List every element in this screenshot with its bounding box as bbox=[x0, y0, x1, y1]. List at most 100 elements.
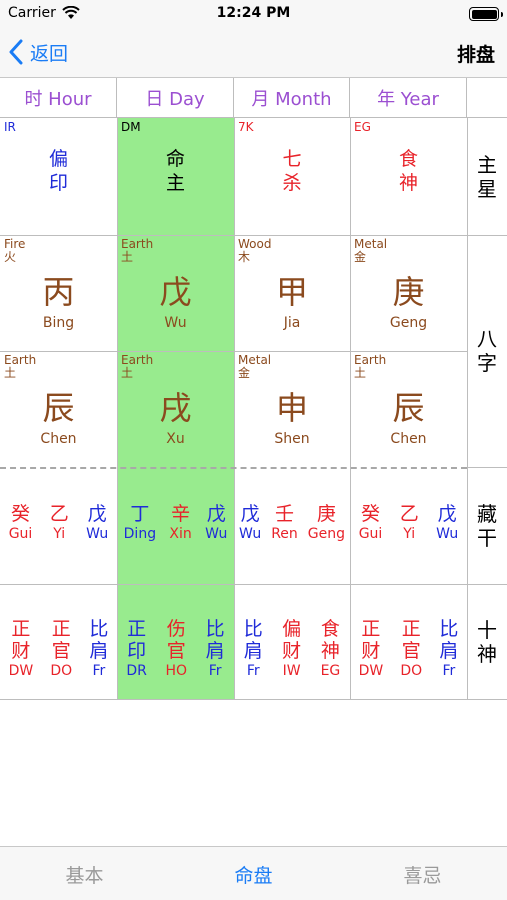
ten-gods-cell: 正财 DW 正官 DO 比肩 Fr bbox=[0, 584, 117, 699]
ten-god-char: 肩 bbox=[243, 640, 263, 662]
hidden-stem-char: 丁 bbox=[130, 503, 150, 525]
element-char: 土 bbox=[121, 366, 134, 380]
main-star-char: 食 bbox=[398, 148, 418, 170]
ten-god: 正财 DW bbox=[9, 618, 34, 680]
ten-god-char: 比 bbox=[439, 618, 459, 640]
main-star-char: 杀 bbox=[282, 172, 302, 194]
branches-cell: Earth 土辰 Chen bbox=[0, 351, 117, 467]
main-star-cell: IR 偏印 bbox=[0, 118, 117, 235]
ten-god: 食神 EG bbox=[321, 618, 341, 680]
main-star-code: 7K bbox=[238, 120, 254, 134]
main-star-char: 神 bbox=[398, 172, 418, 194]
main-star-code: EG bbox=[354, 120, 371, 134]
hidden-stem-pinyin: Wu bbox=[436, 526, 459, 542]
ten-gods-group: 正印 DR 伤官 HO 比肩 Fr bbox=[117, 618, 234, 680]
hidden-stem: 丁 Ding bbox=[124, 503, 156, 543]
ten-god-char: 官 bbox=[51, 640, 71, 662]
stems-cell: Wood 木甲 Jia bbox=[234, 235, 350, 351]
hidden-stem-pinyin: Ren bbox=[271, 526, 298, 542]
hidden-stem-pinyin: Yi bbox=[53, 526, 66, 542]
column-header: 月 Month bbox=[234, 78, 350, 118]
ten-god-code: Fr bbox=[208, 663, 222, 679]
hidden-stems-group: 癸 Gui 乙 Yi 戊 Wu bbox=[0, 503, 117, 543]
tab-chart[interactable]: 命盘 bbox=[169, 861, 338, 888]
ten-god: 正财 DW bbox=[359, 618, 384, 680]
back-button[interactable]: 返回 bbox=[8, 36, 68, 68]
heavenly-stem-char: 庚 bbox=[392, 273, 425, 311]
hidden-stem-char: 癸 bbox=[360, 503, 380, 525]
hidden-stem-pinyin: Gui bbox=[8, 526, 33, 542]
hidden-stem-pinyin: Wu bbox=[205, 526, 228, 542]
element-char: 金 bbox=[238, 366, 251, 380]
hidden-stem-pinyin: Geng bbox=[307, 526, 345, 542]
heavenly-stem-char: 甲 bbox=[275, 273, 308, 311]
side-label-char: 干 bbox=[477, 525, 497, 550]
ten-god-code: Fr bbox=[92, 663, 106, 679]
ten-god: 伤官 HO bbox=[165, 618, 187, 680]
ten-god-code: DW bbox=[358, 663, 384, 679]
branches-cell: Metal 金申 Shen bbox=[234, 351, 350, 467]
hidden-stem-char: 戊 bbox=[87, 503, 107, 525]
branches-cell: Earth 土辰 Chen bbox=[350, 351, 467, 467]
main-star-char: 七 bbox=[282, 148, 302, 170]
hidden-stem-char: 戊 bbox=[437, 503, 457, 525]
ten-god: 正官 DO bbox=[400, 618, 422, 680]
side-label-char: 八 bbox=[477, 327, 497, 351]
branches-cell: Earth 土戌 Xu bbox=[117, 351, 234, 467]
ten-god-char: 神 bbox=[320, 640, 340, 662]
element-char: 金 bbox=[354, 250, 367, 264]
main-star-cell: EG 食神 bbox=[350, 118, 467, 235]
hidden-stem-pinyin: Gui bbox=[358, 526, 383, 542]
hidden-stem-char: 庚 bbox=[316, 503, 336, 525]
hidden-stem-pinyin: Wu bbox=[86, 526, 109, 542]
ten-god: 正官 DO bbox=[50, 618, 72, 680]
ten-god: 正印 DR bbox=[126, 618, 147, 680]
side-label-bazi: 八字 bbox=[467, 235, 507, 467]
ten-gods-group: 比肩 Fr 偏财 IW 食神 EG bbox=[234, 618, 350, 680]
pinyin-label: Jia bbox=[283, 315, 301, 331]
ten-gods-cell: 正印 DR 伤官 HO 比肩 Fr bbox=[117, 584, 234, 699]
ten-god-char: 比 bbox=[243, 618, 263, 640]
hidden-stems-cell: 丁 Ding 辛 Xin 戊 Wu bbox=[117, 467, 234, 584]
ten-god-char: 正 bbox=[11, 618, 31, 640]
hidden-stems-cell: 戊 Wu 壬 Ren 庚 Geng bbox=[234, 467, 350, 584]
chevron-left-icon bbox=[9, 39, 23, 65]
back-label: 返回 bbox=[30, 42, 69, 65]
heavenly-stem-char: 丙 bbox=[42, 273, 75, 311]
hidden-stem-char: 戊 bbox=[240, 503, 260, 525]
hidden-stem: 戊 Wu bbox=[436, 503, 458, 543]
element-char: 火 bbox=[4, 250, 17, 264]
tab-basic[interactable]: 基本 bbox=[0, 861, 169, 888]
pinyin-label: Wu bbox=[164, 315, 187, 331]
hidden-stem: 乙 Yi bbox=[400, 503, 419, 543]
status-bar: Carrier 12:24 PM bbox=[0, 0, 507, 28]
main-star-char: 主 bbox=[165, 172, 185, 194]
hidden-stems-group: 丁 Ding 辛 Xin 戊 Wu bbox=[117, 503, 234, 543]
hidden-stems-group: 戊 Wu 壬 Ren 庚 Geng bbox=[234, 503, 350, 543]
ten-god-char: 财 bbox=[282, 640, 302, 662]
ten-god-char: 官 bbox=[401, 640, 421, 662]
hidden-stem: 戊 Wu bbox=[239, 503, 261, 543]
element-char: 土 bbox=[121, 250, 134, 264]
hidden-stem: 辛 Xin bbox=[169, 503, 191, 543]
ten-god: 比肩 Fr bbox=[244, 618, 263, 680]
hidden-stem: 乙 Yi bbox=[50, 503, 69, 543]
ten-god-char: 正 bbox=[361, 618, 381, 640]
hidden-stem-pinyin: Xin bbox=[169, 526, 192, 542]
main-star-char: 印 bbox=[48, 172, 68, 194]
hidden-stem-char: 壬 bbox=[274, 503, 294, 525]
ten-gods-cell: 正财 DW 正官 DO 比肩 Fr bbox=[350, 584, 467, 699]
element-char: 木 bbox=[238, 250, 251, 264]
earthly-branch-char: 戌 bbox=[159, 389, 192, 427]
tab-favorable[interactable]: 喜忌 bbox=[338, 861, 507, 888]
earthly-branch-char: 申 bbox=[275, 389, 308, 427]
ten-god-char: 官 bbox=[166, 640, 186, 662]
ten-god-char: 肩 bbox=[439, 640, 459, 662]
hidden-stem-char: 辛 bbox=[171, 503, 191, 525]
main-star-char: 偏 bbox=[48, 148, 68, 170]
side-label-char: 字 bbox=[477, 351, 497, 375]
hidden-stem-pinyin: Wu bbox=[238, 526, 262, 542]
ten-god-char: 比 bbox=[89, 618, 109, 640]
header-corner bbox=[467, 78, 507, 118]
pinyin-label: Xu bbox=[166, 431, 185, 447]
